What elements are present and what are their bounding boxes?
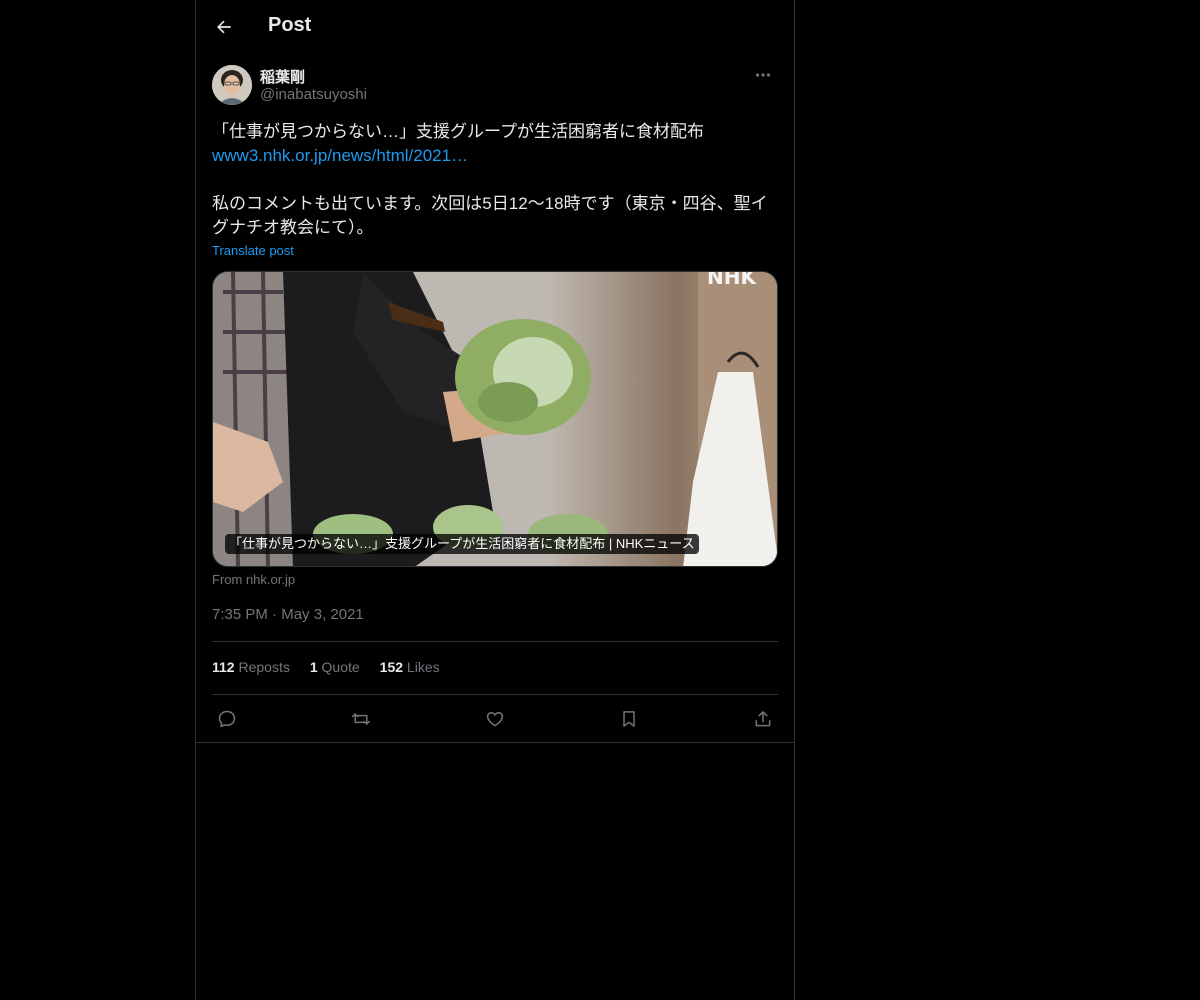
more-dots-icon [755, 73, 771, 77]
post-author: 稲葉剛 @inabatsuyoshi [212, 64, 778, 108]
primary-column: Post 稲葉剛 @inabatsuyoshi 「仕事が見つからない…」支援グル… [195, 0, 795, 1000]
card-image: NHK [213, 272, 777, 566]
author-display-name[interactable]: 稲葉剛 [260, 66, 305, 87]
link-card[interactable]: NHK 「仕事が見つからない…」支援グループが生活困窮者に食材配布 | NHKニ… [212, 271, 778, 567]
post-text-line: 私のコメントも出ています。次回は5日12〜18時です（東京・四谷、聖イ [212, 194, 768, 213]
post-text-line: グナチオ教会にて）。 [212, 218, 374, 237]
author-handle[interactable]: @inabatsuyoshi [260, 86, 367, 103]
post-stats: 112 Reposts 1 Quote 152 Likes [212, 659, 440, 675]
post-text-spacer [212, 168, 778, 192]
bookmark-icon [623, 711, 635, 727]
page-header: Post [196, 0, 794, 54]
like-button[interactable] [480, 704, 510, 734]
post-link[interactable]: www3.nhk.or.jp/news/html/2021… [212, 144, 778, 168]
post-time[interactable]: 7:35 PM [212, 606, 268, 623]
bookmark-button[interactable] [614, 704, 644, 734]
avatar[interactable] [212, 65, 252, 105]
divider [212, 694, 778, 695]
nhk-watermark: NHK [707, 272, 757, 289]
page-title: Post [268, 14, 312, 36]
post-text: 「仕事が見つからない…」支援グループが生活困窮者に食材配布 www3.nhk.o… [212, 120, 778, 240]
repost-button[interactable] [346, 704, 376, 734]
meta-separator: · [272, 606, 278, 623]
reply-button[interactable] [212, 704, 242, 734]
card-caption: 「仕事が見つからない…」支援グループが生活困窮者に食材配布 | NHKニュース [225, 534, 699, 554]
like-icon [486, 712, 504, 727]
divider [212, 641, 778, 642]
reposts-stat[interactable]: 112 Reposts [212, 659, 290, 675]
divider [196, 742, 794, 743]
repost-icon [351, 713, 371, 725]
post-text-line: 「仕事が見つからない…」支援グループが生活困窮者に食材配布 [212, 122, 704, 141]
translate-post-link[interactable]: Translate post [212, 243, 294, 258]
share-icon [755, 711, 771, 727]
post-actions [212, 704, 778, 734]
post-timestamp: 7:35 PM · May 3, 2021 [212, 606, 364, 623]
arrow-left-icon [217, 20, 231, 34]
card-source[interactable]: From nhk.or.jp [212, 572, 295, 587]
share-button[interactable] [748, 704, 778, 734]
quotes-stat[interactable]: 1 Quote [310, 659, 360, 675]
back-button[interactable] [206, 9, 242, 45]
reply-icon [218, 710, 236, 728]
likes-stat[interactable]: 152 Likes [380, 659, 440, 675]
post-date[interactable]: May 3, 2021 [281, 606, 364, 623]
more-options-button[interactable] [748, 64, 778, 86]
